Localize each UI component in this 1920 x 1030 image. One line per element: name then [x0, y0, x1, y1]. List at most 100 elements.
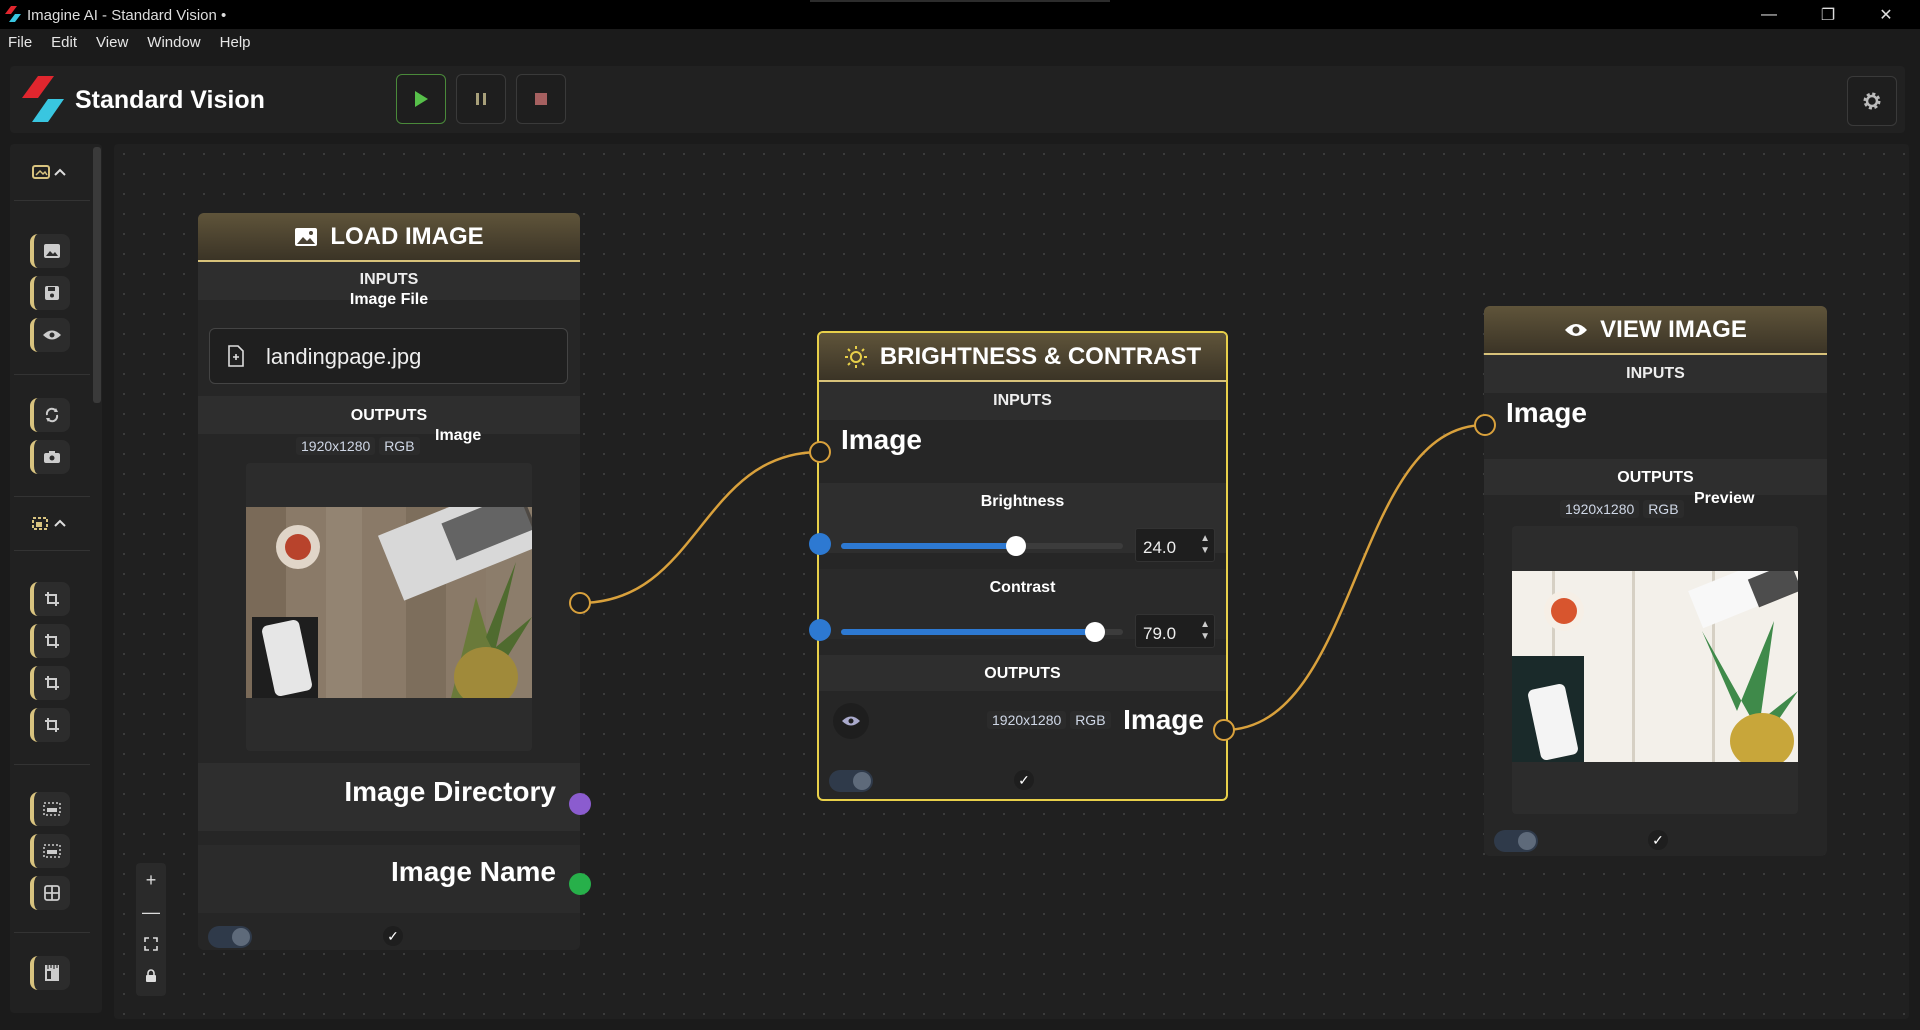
app-logo-icon	[5, 6, 21, 22]
sidebar-item-camera[interactable]	[30, 440, 70, 474]
node-brightness-contrast[interactable]: BRIGHTNESS & CONTRAST INPUTS Image Brigh…	[817, 331, 1228, 801]
spinner-arrows-icon[interactable]: ▲ ▼	[1200, 533, 1210, 557]
sidebar-item-convert[interactable]	[30, 398, 70, 432]
transform-category-icon	[32, 517, 48, 530]
brightness-slider[interactable]	[841, 536, 1123, 556]
filter-image-icon	[43, 844, 61, 858]
fit-view-button[interactable]	[136, 929, 166, 959]
node-header[interactable]: LOAD IMAGE	[198, 213, 580, 262]
output-port-name[interactable]	[569, 873, 591, 895]
sidebar-item-save-image[interactable]	[30, 276, 70, 310]
close-button[interactable]: ✕	[1858, 0, 1914, 29]
image-category-icon	[32, 165, 50, 179]
sidebar-item-view-image[interactable]	[30, 318, 70, 352]
output-image-preview	[1512, 571, 1798, 762]
node-header[interactable]: VIEW IMAGE	[1484, 306, 1827, 355]
menu-help[interactable]: Help	[220, 34, 251, 51]
sidebar-divider	[14, 550, 90, 551]
contrast-value: 79.0	[1143, 624, 1177, 643]
toolbar: Standard Vision	[10, 66, 1905, 133]
sidebar-item-load-image[interactable]	[30, 234, 70, 268]
maximize-button[interactable]: ❐	[1800, 0, 1856, 29]
zoom-in-button[interactable]: +	[136, 865, 166, 895]
node-enable-toggle[interactable]	[829, 770, 873, 792]
spinner-arrows-icon[interactable]: ▲ ▼	[1200, 619, 1210, 643]
fit-view-icon	[144, 937, 158, 951]
node-title: LOAD IMAGE	[330, 222, 484, 250]
mode-badge: RGB	[1643, 500, 1684, 518]
brightness-number-input[interactable]: 24.0 ▲ ▼	[1135, 528, 1215, 562]
output-image-label: Image	[435, 427, 482, 444]
input-port-image[interactable]	[809, 441, 831, 463]
sidebar-scrollbar[interactable]	[93, 147, 101, 403]
title-drag-handle[interactable]	[810, 0, 1110, 2]
save-icon	[45, 286, 59, 300]
pause-button[interactable]	[456, 74, 506, 124]
node-enable-toggle[interactable]	[208, 926, 252, 948]
sidebar-item-grid[interactable]	[30, 876, 70, 910]
filter-image-icon	[43, 802, 61, 816]
sidebar-item-filter-2[interactable]	[30, 834, 70, 868]
output-image-label: Image	[1123, 704, 1204, 735]
menu-view[interactable]: View	[96, 34, 128, 51]
outputs-label: OUTPUTS	[1617, 469, 1694, 486]
sidebar-item-crop-1[interactable]	[30, 582, 70, 616]
brightness-slider-thumb[interactable]	[1006, 536, 1026, 556]
category-transform-toggle[interactable]	[26, 508, 72, 538]
inputs-label: INPUTS	[1484, 355, 1827, 393]
zoom-out-button[interactable]: —	[136, 897, 166, 927]
output-name-label: Image Name	[391, 856, 556, 887]
sidebar-item-ruler[interactable]	[30, 956, 70, 990]
menu-file[interactable]: File	[8, 34, 32, 51]
minimize-button[interactable]: —	[1741, 0, 1797, 29]
input-port-brightness[interactable]	[809, 533, 831, 555]
standard-vision-logo	[22, 76, 64, 122]
sidebar-item-crop-3[interactable]	[30, 666, 70, 700]
sidebar-item-crop-4[interactable]	[30, 708, 70, 742]
file-icon	[228, 345, 244, 367]
output-port-directory[interactable]	[569, 793, 591, 815]
lock-button[interactable]	[136, 961, 166, 991]
outputs-section-header: OUTPUTS	[198, 396, 580, 434]
settings-button[interactable]	[1847, 76, 1897, 126]
input-port-contrast[interactable]	[809, 619, 831, 641]
file-picker-field[interactable]: landingpage.jpg	[209, 328, 568, 384]
stop-button[interactable]	[516, 74, 566, 124]
output-port-image[interactable]	[569, 592, 591, 614]
mode-badge: RGB	[379, 437, 420, 455]
contrast-slider[interactable]	[841, 622, 1123, 642]
input-image-thumbnail	[246, 507, 532, 698]
outputs-label: OUTPUTS	[984, 665, 1061, 682]
run-button[interactable]	[396, 74, 446, 124]
node-status-check-icon: ✓	[383, 926, 403, 946]
outputs-label: OUTPUTS	[350, 407, 428, 424]
image-meta: 1920x1280 RGB	[987, 711, 1111, 729]
node-view-image[interactable]: VIEW IMAGE INPUTS Image OUTPUTS 1920x128…	[1484, 306, 1827, 856]
output-port-image[interactable]	[1213, 719, 1235, 741]
category-image-io-toggle[interactable]	[26, 157, 72, 187]
crop-icon	[45, 676, 59, 690]
input-port-image[interactable]	[1474, 414, 1496, 436]
sidebar-divider	[14, 764, 90, 765]
node-header[interactable]: BRIGHTNESS & CONTRAST	[819, 333, 1226, 382]
menu-edit[interactable]: Edit	[51, 34, 77, 51]
sidebar-divider	[14, 200, 90, 201]
image-icon	[44, 244, 60, 258]
contrast-slider-thumb[interactable]	[1085, 622, 1105, 642]
node-title: VIEW IMAGE	[1600, 315, 1747, 343]
node-palette-sidebar	[10, 144, 102, 1013]
resolution-badge: 1920x1280	[1560, 500, 1640, 518]
sidebar-item-filter-1[interactable]	[30, 792, 70, 826]
contrast-number-input[interactable]: 79.0 ▲ ▼	[1135, 614, 1215, 648]
node-enable-toggle[interactable]	[1494, 830, 1538, 852]
sidebar-item-crop-2[interactable]	[30, 624, 70, 658]
window-title: Imagine AI - Standard Vision •	[27, 7, 227, 24]
image-icon	[295, 227, 318, 246]
eye-icon	[43, 330, 61, 340]
preview-toggle-button[interactable]	[833, 703, 869, 739]
inputs-label: INPUTS	[819, 382, 1226, 420]
node-load-image[interactable]: LOAD IMAGE INPUTS Image File landingpage…	[198, 213, 580, 950]
sync-icon	[45, 407, 59, 423]
menu-window[interactable]: Window	[147, 34, 200, 51]
sidebar-divider	[14, 496, 90, 497]
